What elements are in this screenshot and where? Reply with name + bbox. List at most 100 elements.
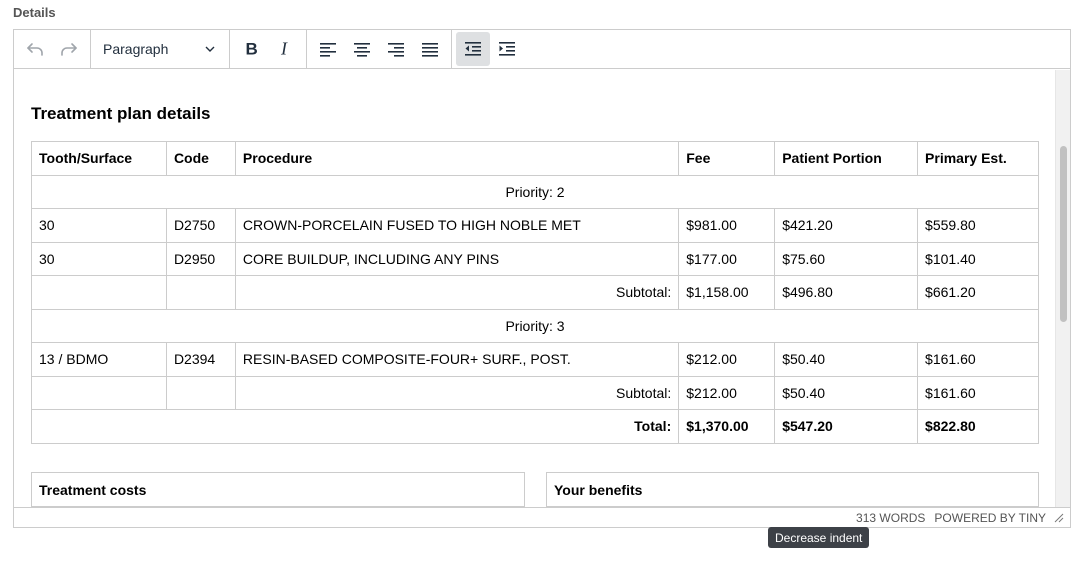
table-cell xyxy=(31,375,167,410)
editor-content[interactable]: Treatment plan details Tooth/Surface Cod… xyxy=(14,70,1055,508)
treatment-costs-table: Treatment costs xyxy=(30,472,525,508)
total-primary: $822.80 xyxy=(917,409,1039,444)
resize-handle-icon[interactable] xyxy=(1054,513,1064,523)
italic-icon: I xyxy=(280,39,288,59)
subtotal-row: Subtotal: $1,158.00 $496.80 $661.20 xyxy=(31,275,1039,310)
table-cell: $50.40 xyxy=(774,342,919,377)
table-cell: 13 / BDMO xyxy=(31,342,167,377)
align-left-button[interactable] xyxy=(311,32,345,66)
treatment-costs-header: Treatment costs xyxy=(31,472,525,507)
priority-label: Priority: 3 xyxy=(31,308,1039,343)
outdent-button[interactable] xyxy=(456,32,490,66)
subtotal-label: Subtotal: xyxy=(234,375,680,410)
redo-button[interactable] xyxy=(52,32,86,66)
block-format-label: Paragraph xyxy=(103,41,169,57)
total-label: Total: xyxy=(30,409,680,444)
indent-group xyxy=(452,30,528,69)
table-header: Procedure xyxy=(234,141,680,176)
total-patient: $547.20 xyxy=(774,409,919,444)
undo-icon xyxy=(27,43,43,56)
scrollbar-thumb[interactable] xyxy=(1060,146,1067,322)
table-cell: $421.20 xyxy=(774,208,919,243)
tooltip: Decrease indent xyxy=(768,527,870,548)
table-row: 30 D2950 CORE BUILDUP, INCLUDING ANY PIN… xyxy=(31,241,1039,276)
align-justify-icon xyxy=(422,43,438,57)
align-center-button[interactable] xyxy=(345,32,379,66)
table-cell: D2394 xyxy=(165,342,236,377)
indent-icon xyxy=(499,42,515,56)
table-cell: CORE BUILDUP, INCLUDING ANY PINS xyxy=(234,241,680,276)
subtotal-row: Subtotal: $212.00 $50.40 $161.60 xyxy=(31,375,1039,410)
table-cell: $177.00 xyxy=(678,241,776,276)
table-cell: $75.60 xyxy=(774,241,919,276)
subtotal-fee: $212.00 xyxy=(678,375,776,410)
table-header: Fee xyxy=(678,141,776,176)
content-scrollbar[interactable] xyxy=(1055,70,1070,508)
table-cell: $981.00 xyxy=(678,208,776,243)
justify-button[interactable] xyxy=(413,32,447,66)
priority-row: Priority: 3 xyxy=(31,308,1039,343)
word-count[interactable]: 313 WORDS xyxy=(856,511,925,525)
align-right-button[interactable] xyxy=(379,32,413,66)
total-fee: $1,370.00 xyxy=(678,409,776,444)
table-cell: 30 xyxy=(31,208,167,243)
table-row: 30 D2750 CROWN-PORCELAIN FUSED TO HIGH N… xyxy=(31,208,1039,243)
history-group xyxy=(14,29,91,69)
bold-icon: B xyxy=(246,40,258,59)
priority-label: Priority: 2 xyxy=(31,174,1039,209)
table-cell xyxy=(165,375,236,410)
table-header-row: Your benefits xyxy=(546,472,1039,507)
subtotal-patient: $496.80 xyxy=(774,275,919,310)
editor-toolbar: Paragraph B I xyxy=(14,29,1070,69)
table-cell: 30 xyxy=(31,241,167,276)
priority-row: Priority: 2 xyxy=(31,174,1039,209)
subtotal-patient: $50.40 xyxy=(774,375,919,410)
table-cell xyxy=(31,275,167,310)
powered-by-link[interactable]: POWERED BY TINY xyxy=(934,511,1046,525)
subtotal-primary: $161.60 xyxy=(917,375,1039,410)
rich-text-editor[interactable]: Paragraph B I Treatment plan details Too… xyxy=(13,29,1071,528)
table-header: Tooth/Surface xyxy=(31,141,167,176)
align-group xyxy=(307,29,452,69)
table-cell: D2950 xyxy=(165,241,236,276)
table-row: 13 / BDMO D2394 RESIN-BASED COMPOSITE-FO… xyxy=(31,342,1039,377)
table-cell xyxy=(165,275,236,310)
table-header-row: Tooth/Surface Code Procedure Fee Patient… xyxy=(31,141,1039,176)
svg-text:I: I xyxy=(280,39,288,59)
table-cell: $212.00 xyxy=(678,342,776,377)
table-cell: $161.60 xyxy=(917,342,1039,377)
format-group: Paragraph xyxy=(91,29,230,69)
chevron-down-icon xyxy=(205,46,215,52)
svg-text:B: B xyxy=(246,40,258,59)
align-right-icon xyxy=(388,43,404,57)
doc-title: Treatment plan details xyxy=(31,104,211,123)
treatment-plan-table: Tooth/Surface Code Procedure Fee Patient… xyxy=(30,141,1039,444)
table-cell: CROWN-PORCELAIN FUSED TO HIGH NOBLE MET xyxy=(234,208,680,243)
table-header: Patient Portion xyxy=(774,141,919,176)
align-center-icon xyxy=(354,43,370,57)
table-header-row: Treatment costs xyxy=(31,472,525,507)
redo-icon xyxy=(61,43,77,56)
style-group: B I xyxy=(230,29,307,69)
table-cell: RESIN-BASED COMPOSITE-FOUR+ SURF., POST. xyxy=(234,342,680,377)
subtotal-label: Subtotal: xyxy=(234,275,680,310)
field-label: Details xyxy=(13,5,56,20)
indent-button[interactable] xyxy=(490,32,524,66)
italic-button[interactable]: I xyxy=(268,32,302,66)
undo-button[interactable] xyxy=(18,32,52,66)
align-left-icon xyxy=(320,43,336,57)
total-row: Total: $1,370.00 $547.20 $822.80 xyxy=(30,409,1039,444)
subtotal-fee: $1,158.00 xyxy=(678,275,776,310)
your-benefits-table: Your benefits xyxy=(546,472,1040,508)
table-cell: $559.80 xyxy=(917,208,1039,243)
block-format-select[interactable]: Paragraph xyxy=(95,32,225,66)
bold-button[interactable]: B xyxy=(234,32,268,66)
subtotal-primary: $661.20 xyxy=(917,275,1039,310)
table-header: Primary Est. xyxy=(917,141,1039,176)
table-header: Code xyxy=(165,141,236,176)
editor-statusbar: 313 WORDS POWERED BY TINY xyxy=(14,507,1070,527)
outdent-icon xyxy=(465,42,481,56)
table-cell: D2750 xyxy=(165,208,236,243)
table-cell: $101.40 xyxy=(917,241,1039,276)
your-benefits-header: Your benefits xyxy=(546,472,1039,507)
